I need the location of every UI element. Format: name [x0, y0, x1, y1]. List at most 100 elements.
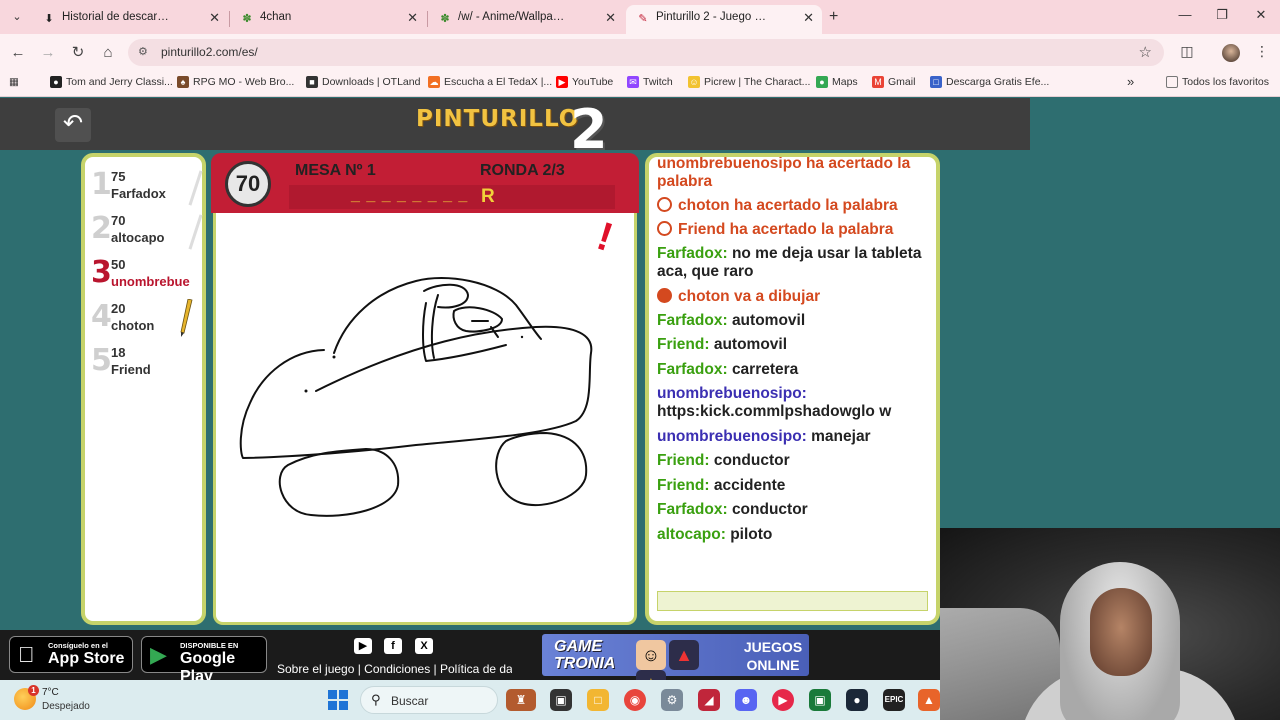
- apple-icon: : [18, 642, 35, 668]
- tab-search-button[interactable]: ⌄: [6, 7, 28, 27]
- google-play-button[interactable]: ▶ DISPONIBLE EN Google Play: [141, 636, 267, 685]
- chat-message: Friend: automovil: [657, 336, 932, 354]
- system-message: unombrebuenosipo ha acertado la palabra: [657, 155, 932, 191]
- reload-icon[interactable]: ↻: [68, 43, 88, 63]
- system-message: choton ha acertado la palabra: [657, 197, 932, 215]
- tab-title: /w/ - Anime/Wallpapers - Page: [458, 11, 568, 23]
- app-icon[interactable]: ◢: [698, 689, 720, 711]
- youtube-icon[interactable]: ▶: [354, 638, 372, 654]
- bookmark-maps[interactable]: ● Maps: [816, 76, 858, 88]
- message-text: unombrebuenosipo ha acertado la palabra: [657, 155, 911, 190]
- message-user: Friend:: [657, 476, 710, 494]
- tab-pinturillo[interactable]: ✎ Pinturillo 2 - Juego multijugador ✕: [626, 5, 822, 34]
- chat-message: Friend: conductor: [657, 452, 932, 470]
- pinturillo-logo: PINTURILLO 2: [416, 98, 608, 161]
- close-icon[interactable]: ✕: [209, 10, 220, 26]
- site-settings-icon[interactable]: ⚙: [138, 45, 152, 59]
- chat-message: altocapo: piloto: [657, 526, 932, 544]
- player-row: 1 75 Farfadox: [89, 165, 203, 209]
- tab-title: Historial de descargas: [62, 11, 172, 23]
- task-view-icon[interactable]: ▣: [550, 689, 572, 711]
- message-text: choton ha acertado la palabra: [678, 197, 898, 214]
- more-bookmarks-icon[interactable]: »: [1127, 74, 1134, 89]
- menu-icon[interactable]: ⋮: [1252, 43, 1272, 63]
- chat-input[interactable]: [657, 591, 928, 611]
- bookmark-rpg-mo[interactable]: ♠ RPG MO - Web Bro...: [177, 76, 294, 88]
- bookmark-tom-and-jerry[interactable]: ● Tom and Jerry Classi...: [50, 76, 173, 88]
- bookmark-label: Gmail: [888, 76, 916, 88]
- bookmark-label: Maps: [832, 76, 858, 88]
- close-icon[interactable]: ✕: [605, 10, 616, 26]
- message-user: unombrebuenosipo:: [657, 385, 807, 402]
- search-icon: ⚲: [371, 692, 381, 707]
- logo-number: 2: [570, 98, 608, 161]
- bookmark-label: Downloads | OTLand: [322, 76, 421, 88]
- chat-message: Farfadox: conductor: [657, 501, 932, 519]
- bookmark-otland[interactable]: ■ Downloads | OTLand: [306, 76, 420, 88]
- logo-word: PINTURILLO: [416, 106, 580, 132]
- restore-button[interactable]: ❐: [1212, 7, 1232, 23]
- file-explorer-icon[interactable]: □: [587, 689, 609, 711]
- notification-badge: 1: [28, 685, 39, 696]
- back-button[interactable]: ↶: [55, 108, 91, 142]
- home-icon[interactable]: ⌂: [98, 43, 118, 63]
- start-button[interactable]: [328, 690, 348, 710]
- app-store-button[interactable]:  Consíguelo en el App Store: [9, 636, 133, 673]
- x-icon[interactable]: X: [415, 638, 433, 654]
- navigation-bar: ← → ↻ ⌂ ⚙ pinturillo2.com/es/ ☆ ◫ ⋮: [0, 34, 1280, 71]
- close-icon[interactable]: ✕: [407, 10, 418, 26]
- tab-wallpapers[interactable]: ✽ /w/ - Anime/Wallpapers - Page ✕: [428, 5, 624, 34]
- bookmark-gmail[interactable]: M Gmail: [872, 76, 915, 88]
- media-player-icon[interactable]: ▶: [772, 689, 794, 711]
- player-rank: 3: [91, 255, 112, 290]
- app-icon[interactable]: ▲: [918, 689, 940, 711]
- bookmark-picrew[interactable]: ☺ Picrew | The Charact...: [688, 76, 810, 88]
- epic-games-icon[interactable]: EPIC: [883, 689, 905, 711]
- board-header: 70 MESA Nº 1 RONDA 2/3 _ _ _ _ _ _ _ _ R: [211, 153, 639, 213]
- message-user: altocapo:: [657, 525, 726, 543]
- minimize-button[interactable]: —: [1175, 7, 1195, 22]
- settings-icon[interactable]: ⚙: [661, 689, 683, 711]
- discord-icon[interactable]: ☻: [735, 689, 757, 711]
- back-arrow-icon[interactable]: ←: [8, 43, 28, 63]
- tab-download-history[interactable]: ⬇ Historial de descargas ✕: [32, 5, 228, 34]
- bookmark-twitch[interactable]: ✉ Twitch: [627, 76, 673, 88]
- address-bar[interactable]: ⚙ pinturillo2.com/es/ ☆: [128, 39, 1164, 66]
- drawing-canvas[interactable]: !: [213, 213, 637, 625]
- player-rank: 5: [91, 343, 112, 378]
- message-user: Farfadox:: [657, 501, 728, 518]
- game-app-icon[interactable]: ▣: [809, 689, 831, 711]
- close-icon[interactable]: ✕: [803, 10, 814, 26]
- bookmark-label: Descarga Gratis Efe...: [946, 76, 1050, 88]
- facebook-icon[interactable]: f: [384, 638, 402, 654]
- profile-avatar[interactable]: [1222, 44, 1240, 62]
- bookmark-descarga[interactable]: □ Descarga Gratis Efe...: [930, 76, 1049, 88]
- widgets-icon[interactable]: ♜: [506, 689, 536, 711]
- gametronia-banner[interactable]: GAME TRONIA ☺▲★ JUEGOS ONLINE: [542, 634, 809, 700]
- store-caption: DISPONIBLE EN: [180, 641, 239, 650]
- game-thumbnails: ☺▲★: [636, 640, 734, 700]
- taskbar-search[interactable]: ⚲ Buscar: [360, 686, 498, 714]
- message-text: https:kick.commlpshadowglo w: [657, 403, 892, 420]
- forward-arrow-icon[interactable]: →: [38, 43, 58, 63]
- weather-description: Despejado: [42, 701, 90, 712]
- new-tab-button[interactable]: +: [829, 8, 838, 26]
- close-window-button[interactable]: ✕: [1251, 7, 1271, 23]
- steam-icon[interactable]: ●: [846, 689, 868, 711]
- bookmark-youtube[interactable]: ▶ YouTube: [556, 76, 613, 88]
- game-thumbnail-icon: ☺: [636, 640, 666, 670]
- player-points: 75: [111, 169, 126, 184]
- all-bookmarks-folder[interactable]: Todos los favoritos: [1166, 76, 1269, 88]
- footer-links[interactable]: Sobre el juego | Condiciones | Política …: [277, 662, 512, 676]
- message-user: unombrebuenosipo:: [657, 427, 807, 445]
- taskbar: 1 7°C Despejado ⚲ Buscar ♜ ▣ □ ◉ ⚙ ◢ ☻ ▶…: [0, 680, 940, 720]
- chrome-icon[interactable]: ◉: [624, 689, 646, 711]
- extensions-icon[interactable]: ◫: [1177, 43, 1197, 63]
- tab-4chan[interactable]: ✽ 4chan ✕: [230, 5, 426, 34]
- message-user: Friend:: [657, 336, 710, 353]
- bookmark-soundcloud[interactable]: ☁ Escucha a El TedaX |...: [428, 76, 552, 88]
- gametronia-caption: JUEGOS ONLINE: [743, 639, 803, 673]
- hint-dashes: _ _ _ _ _ _ _ _: [351, 187, 469, 204]
- apps-icon[interactable]: ▦: [9, 76, 19, 88]
- bookmark-star-icon[interactable]: ☆: [1139, 43, 1152, 61]
